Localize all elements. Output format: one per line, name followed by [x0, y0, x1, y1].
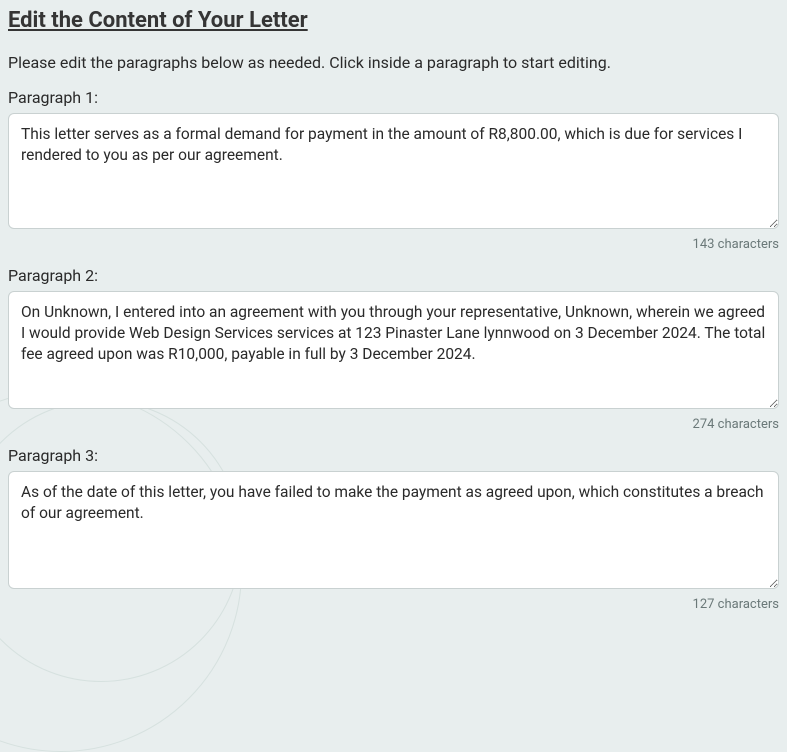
paragraph-3-textarea[interactable] — [8, 471, 779, 589]
paragraph-1-char-count: 143 characters — [8, 237, 779, 252]
paragraph-3-char-count: 127 characters — [8, 597, 779, 612]
paragraph-block-1: Paragraph 1: 143 characters — [8, 88, 779, 252]
paragraph-2-char-count: 274 characters — [8, 417, 779, 432]
paragraph-block-2: Paragraph 2: 274 characters — [8, 266, 779, 432]
paragraph-3-label: Paragraph 3: — [8, 446, 779, 465]
paragraph-1-textarea[interactable] — [8, 113, 779, 229]
paragraph-1-label: Paragraph 1: — [8, 88, 779, 107]
paragraph-2-label: Paragraph 2: — [8, 266, 779, 285]
paragraph-2-textarea[interactable] — [8, 291, 779, 409]
instructions-text: Please edit the paragraphs below as need… — [8, 53, 779, 72]
paragraph-block-3: Paragraph 3: 127 characters — [8, 446, 779, 612]
page-title: Edit the Content of Your Letter — [8, 8, 779, 33]
